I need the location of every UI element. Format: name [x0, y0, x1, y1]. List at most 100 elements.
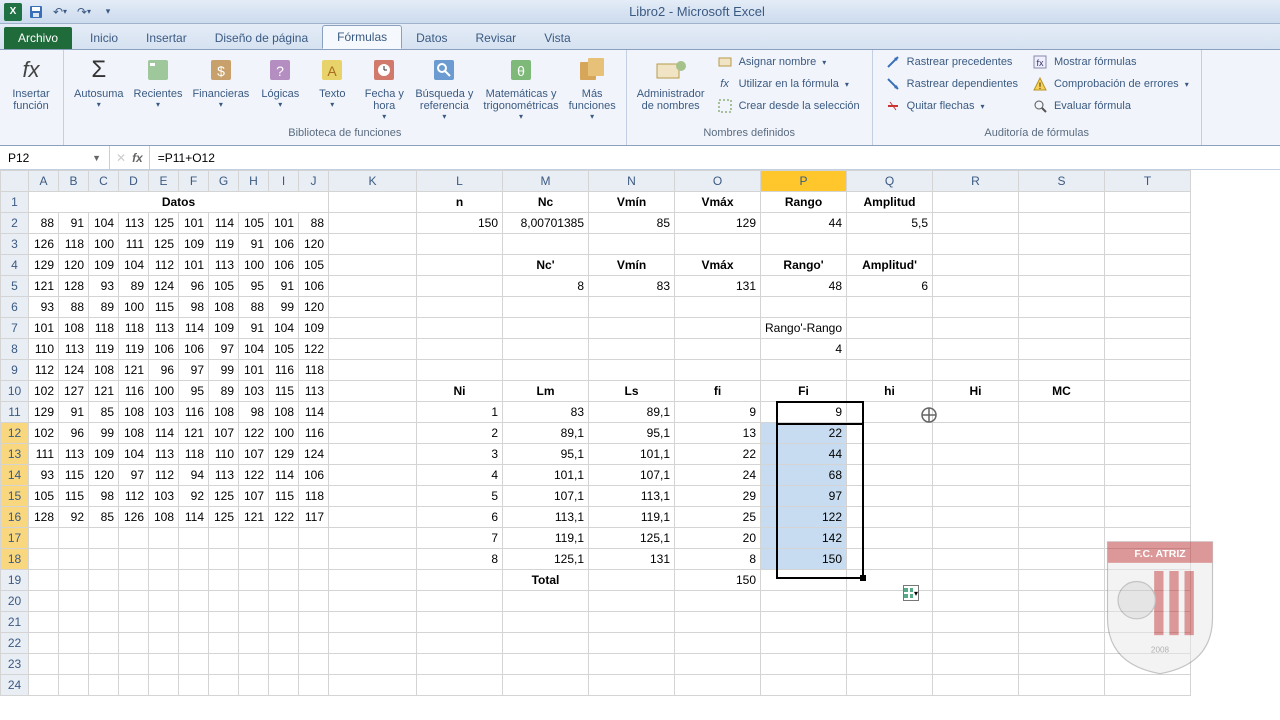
cell-K9[interactable] — [329, 360, 417, 381]
cell-H22[interactable] — [239, 633, 269, 654]
cell-J14[interactable]: 106 — [299, 465, 329, 486]
cell-C19[interactable] — [89, 570, 119, 591]
cell-D22[interactable] — [119, 633, 149, 654]
row-header-18[interactable]: 18 — [1, 549, 29, 570]
cell-E18[interactable] — [149, 549, 179, 570]
logical-button[interactable]: ? Lógicas▾ — [255, 52, 305, 111]
cell-K4[interactable] — [329, 255, 417, 276]
cell-J12[interactable]: 116 — [299, 423, 329, 444]
cell-L15[interactable]: 5 — [417, 486, 503, 507]
cell-Q16[interactable] — [847, 507, 933, 528]
cell-E11[interactable]: 103 — [149, 402, 179, 423]
cell-E6[interactable]: 115 — [149, 297, 179, 318]
cell-J21[interactable] — [299, 612, 329, 633]
cell-A18[interactable] — [29, 549, 59, 570]
cell-E8[interactable]: 106 — [149, 339, 179, 360]
cell-E12[interactable]: 114 — [149, 423, 179, 444]
qat-customize[interactable]: ▾ — [98, 2, 118, 22]
cell-M17[interactable]: 119,1 — [503, 528, 589, 549]
cell-Q8[interactable] — [847, 339, 933, 360]
cell-C13[interactable]: 109 — [89, 444, 119, 465]
cell-C6[interactable]: 89 — [89, 297, 119, 318]
cell-O17[interactable]: 20 — [675, 528, 761, 549]
cell-O20[interactable] — [675, 591, 761, 612]
cell-Q23[interactable] — [847, 654, 933, 675]
cell-L13[interactable]: 3 — [417, 444, 503, 465]
cell-F8[interactable]: 106 — [179, 339, 209, 360]
cell-F11[interactable]: 116 — [179, 402, 209, 423]
cell-F14[interactable]: 94 — [179, 465, 209, 486]
cell-L4[interactable] — [417, 255, 503, 276]
cell-R8[interactable] — [933, 339, 1019, 360]
cell-S13[interactable] — [1019, 444, 1105, 465]
cell-G5[interactable]: 105 — [209, 276, 239, 297]
cell-Q13[interactable] — [847, 444, 933, 465]
row-header-13[interactable]: 13 — [1, 444, 29, 465]
cell-I6[interactable]: 99 — [269, 297, 299, 318]
cell-O13[interactable]: 22 — [675, 444, 761, 465]
cell-S11[interactable] — [1019, 402, 1105, 423]
cell-K15[interactable] — [329, 486, 417, 507]
cell-A16[interactable]: 128 — [29, 507, 59, 528]
cell-S18[interactable] — [1019, 549, 1105, 570]
cell-E16[interactable]: 108 — [149, 507, 179, 528]
cell-R12[interactable] — [933, 423, 1019, 444]
cell-T14[interactable] — [1105, 465, 1191, 486]
cell-J7[interactable]: 109 — [299, 318, 329, 339]
cell-Q21[interactable] — [847, 612, 933, 633]
cell-L1[interactable]: n — [417, 192, 503, 213]
cell-P23[interactable] — [761, 654, 847, 675]
cell-K10[interactable] — [329, 381, 417, 402]
cell-J3[interactable]: 120 — [299, 234, 329, 255]
cell-N12[interactable]: 95,1 — [589, 423, 675, 444]
cell-E20[interactable] — [149, 591, 179, 612]
row-header-24[interactable]: 24 — [1, 675, 29, 696]
cell-C12[interactable]: 99 — [89, 423, 119, 444]
cell-L2[interactable]: 150 — [417, 213, 503, 234]
cell-F6[interactable]: 98 — [179, 297, 209, 318]
cell-D16[interactable]: 126 — [119, 507, 149, 528]
cell-M9[interactable] — [503, 360, 589, 381]
cell-S5[interactable] — [1019, 276, 1105, 297]
fx-button-icon[interactable]: fx — [132, 151, 143, 165]
redo-button[interactable]: ↷▾ — [74, 2, 94, 22]
cell-P18[interactable]: 150 — [761, 549, 847, 570]
tab-formulas[interactable]: Fórmulas — [322, 25, 402, 49]
row-header-3[interactable]: 3 — [1, 234, 29, 255]
math-button[interactable]: θ Matemáticas y trigonométricas▾ — [479, 52, 562, 123]
cell-D6[interactable]: 100 — [119, 297, 149, 318]
cell-J8[interactable]: 122 — [299, 339, 329, 360]
cell-P10[interactable]: Fi — [761, 381, 847, 402]
col-header-L[interactable]: L — [417, 171, 503, 192]
cell-R21[interactable] — [933, 612, 1019, 633]
fill-handle[interactable] — [860, 575, 866, 581]
cell-S15[interactable] — [1019, 486, 1105, 507]
cell-T4[interactable] — [1105, 255, 1191, 276]
autosum-button[interactable]: Σ Autosuma▾ — [70, 52, 128, 111]
cell-D24[interactable] — [119, 675, 149, 696]
cell-R22[interactable] — [933, 633, 1019, 654]
cell-L20[interactable] — [417, 591, 503, 612]
cell-Q1[interactable]: Amplitud — [847, 192, 933, 213]
cell-J19[interactable] — [299, 570, 329, 591]
col-header-O[interactable]: O — [675, 171, 761, 192]
cell-O22[interactable] — [675, 633, 761, 654]
cell-O3[interactable] — [675, 234, 761, 255]
cell-H3[interactable]: 91 — [239, 234, 269, 255]
cell-T11[interactable] — [1105, 402, 1191, 423]
cell-S9[interactable] — [1019, 360, 1105, 381]
cell-I7[interactable]: 104 — [269, 318, 299, 339]
cell-D21[interactable] — [119, 612, 149, 633]
cell-L24[interactable] — [417, 675, 503, 696]
cell-D20[interactable] — [119, 591, 149, 612]
cell-O1[interactable]: Vmáx — [675, 192, 761, 213]
cell-C22[interactable] — [89, 633, 119, 654]
cell-D3[interactable]: 111 — [119, 234, 149, 255]
cell-L7[interactable] — [417, 318, 503, 339]
row-header-17[interactable]: 17 — [1, 528, 29, 549]
cell-H10[interactable]: 103 — [239, 381, 269, 402]
cell-G14[interactable]: 113 — [209, 465, 239, 486]
cell-R10[interactable]: Hi — [933, 381, 1019, 402]
cell-I10[interactable]: 115 — [269, 381, 299, 402]
cell-J13[interactable]: 124 — [299, 444, 329, 465]
